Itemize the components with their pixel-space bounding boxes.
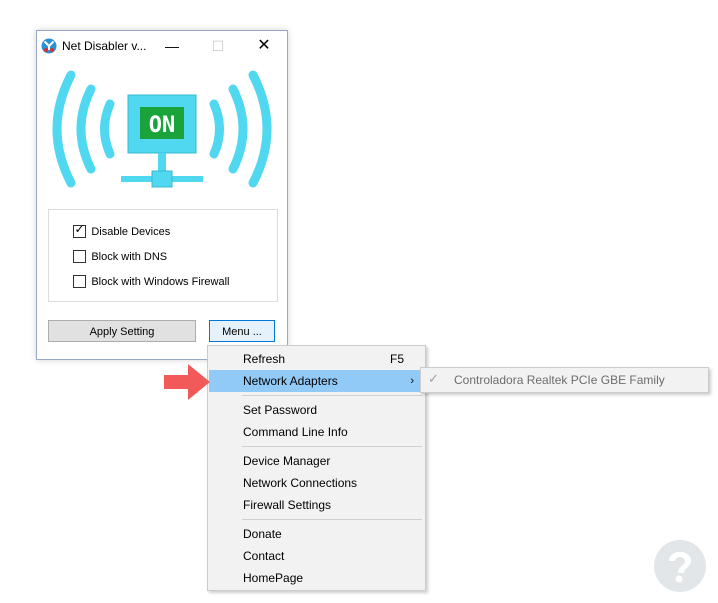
- wave-right-outer: [248, 70, 272, 188]
- block-dns-label: Block with DNS: [91, 250, 168, 263]
- disable-devices-label: Disable Devices: [91, 225, 171, 238]
- menu-item-set-password[interactable]: Set Password: [209, 399, 424, 421]
- menu-item-contact[interactable]: Contact: [209, 545, 424, 567]
- maximize-button[interactable]: ☐: [195, 31, 241, 61]
- context-menu: Refresh F5 Network Adapters › Set Passwo…: [207, 345, 426, 591]
- menu-item-label: Network Adapters: [243, 374, 338, 388]
- menu-item-label: Donate: [243, 527, 282, 541]
- net-disabler-window: Net Disabler v... — ☐ ✕ ON ✓ Disable Dev…: [36, 30, 288, 360]
- menu-item-network-connections[interactable]: Network Connections: [209, 472, 424, 494]
- wave-left-inner: [100, 99, 115, 159]
- disable-devices-checkbox[interactable]: ✓: [73, 222, 86, 239]
- shortcut-label: F5: [389, 352, 404, 366]
- menu-item-network-adapters[interactable]: Network Adapters ›: [209, 370, 424, 392]
- window-title: Net Disabler v...: [62, 39, 147, 53]
- block-firewall-checkbox[interactable]: [73, 275, 86, 289]
- block-dns-option[interactable]: Block with DNS: [73, 249, 167, 265]
- menu-item-label: HomePage: [243, 571, 304, 585]
- menu-item-label: Refresh: [243, 352, 286, 366]
- title-bar[interactable]: Net Disabler v... — ☐ ✕: [37, 31, 287, 61]
- menu-item-label: Network Connections: [243, 476, 358, 490]
- status-badge: ON: [149, 113, 176, 138]
- checkmark-icon: ✓: [74, 222, 85, 237]
- block-firewall-label: Block with Windows Firewall: [91, 275, 230, 288]
- wave-right-inner: [209, 99, 224, 159]
- menu-item-label: Contact: [243, 549, 285, 563]
- options-group: ✓ Disable Devices Block with DNS Block w…: [48, 209, 278, 302]
- net-disabler-logo-icon: [41, 38, 57, 54]
- apply-setting-button[interactable]: Apply Setting: [48, 320, 196, 342]
- menu-item-refresh[interactable]: Refresh F5: [209, 348, 424, 370]
- menu-separator: [242, 446, 422, 447]
- network-status-logo: ON: [52, 70, 272, 188]
- red-arrow-icon: [164, 364, 210, 400]
- close-button[interactable]: ✕: [241, 31, 287, 61]
- menu-item-label: Device Manager: [243, 454, 331, 468]
- network-adapters-submenu: ✓ Controladora Realtek PCIe GBE Family: [420, 367, 709, 393]
- menu-item-label: Command Line Info: [243, 425, 348, 439]
- disable-devices-option[interactable]: ✓ Disable Devices: [73, 222, 171, 240]
- block-dns-checkbox[interactable]: [73, 250, 86, 264]
- menu-item-command-line-info[interactable]: Command Line Info: [209, 421, 424, 443]
- menu-item-label: Set Password: [243, 403, 318, 417]
- menu-item-donate[interactable]: Donate: [209, 523, 424, 545]
- menu-item-homepage[interactable]: HomePage: [209, 567, 424, 589]
- menu-button[interactable]: Menu ...: [209, 320, 275, 342]
- question-mark-watermark-icon: [654, 540, 706, 592]
- minimize-button[interactable]: —: [149, 31, 195, 61]
- submenu-item-adapter[interactable]: Controladora Realtek PCIe GBE Family: [454, 373, 665, 387]
- menu-separator: [242, 519, 422, 520]
- chevron-right-icon: ›: [410, 375, 414, 387]
- checkmark-icon: ✓: [428, 371, 439, 386]
- block-firewall-option[interactable]: Block with Windows Firewall: [73, 274, 230, 290]
- monitor-icon: [121, 94, 203, 188]
- menu-item-label: Firewall Settings: [243, 498, 332, 512]
- wave-right-middle: [228, 84, 248, 174]
- menu-separator: [242, 395, 422, 396]
- wave-left-outer: [52, 70, 76, 188]
- wave-left-middle: [76, 84, 96, 174]
- menu-item-device-manager[interactable]: Device Manager: [209, 450, 424, 472]
- menu-item-firewall-settings[interactable]: Firewall Settings: [209, 494, 424, 516]
